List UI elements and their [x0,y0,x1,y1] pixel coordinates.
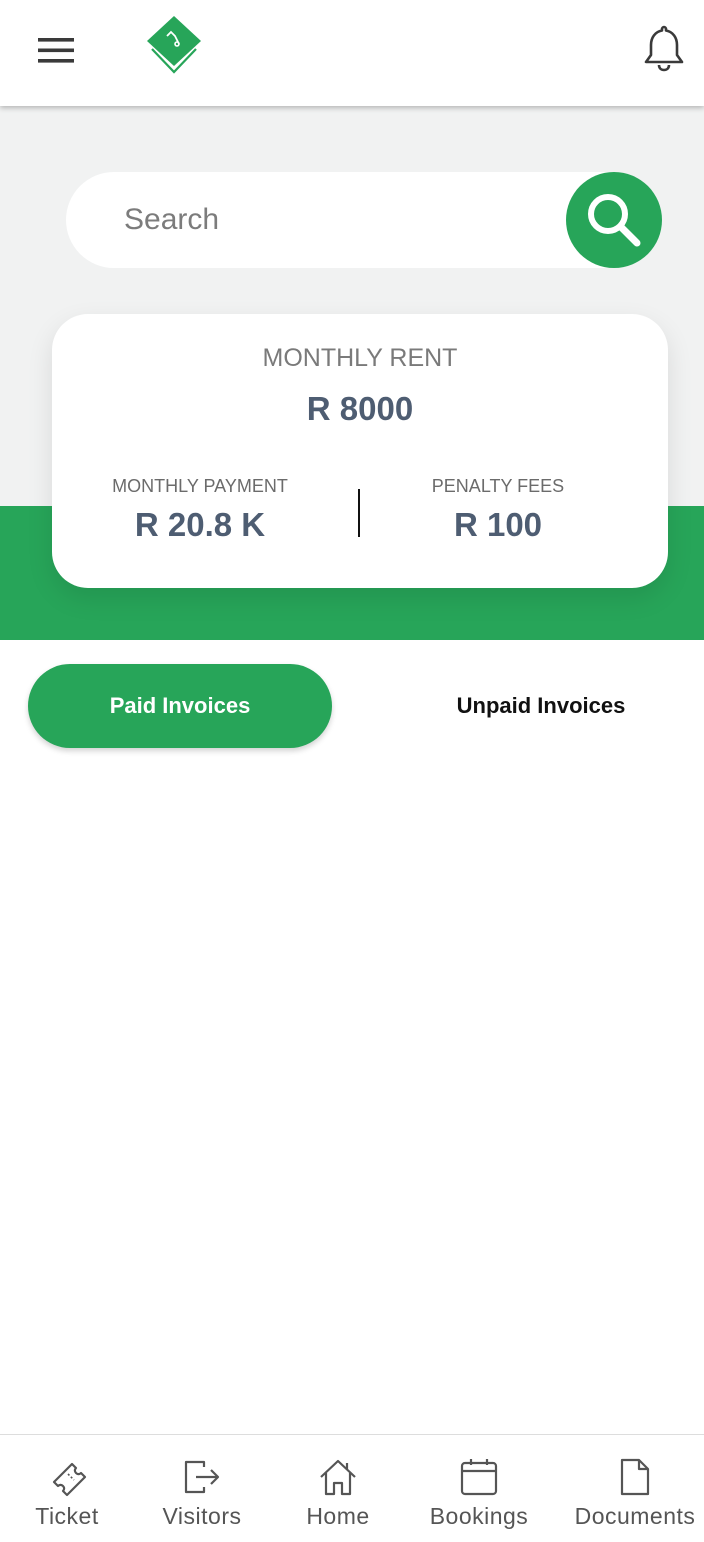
calendar-icon [460,1459,498,1496]
exit-arrow-icon [184,1460,220,1494]
nav-item-bookings[interactable]: Bookings [420,1435,538,1542]
hamburger-menu-icon [38,38,74,63]
penalty-fees-label: PENALTY FEES [431,476,565,496]
search-input[interactable] [124,192,544,248]
nav-label-ticket: Ticket [35,1503,99,1529]
nav-item-home[interactable]: Home [288,1435,388,1542]
search-button[interactable] [566,172,662,268]
rent-summary-card: MONTHLY RENT R 8000 MONTHLY PAYMENT R 20… [52,314,668,588]
home-icon [320,1459,356,1496]
nav-label-visitors: Visitors [162,1503,242,1529]
menu-button[interactable] [30,30,82,70]
invoice-tabs: Paid Invoices Unpaid Invoices [0,640,704,772]
monthly-payment-value: R 20.8 K [134,506,266,543]
nav-label-home: Home [306,1503,370,1529]
monthly-rent-value: R 8000 [306,390,414,427]
nav-label-bookings: Bookings [429,1503,529,1529]
tab-unpaid-invoices[interactable]: Unpaid Invoices [392,664,690,748]
bottom-navigation: Ticket Visitors Home Bookings Documents [0,1434,704,1542]
nav-item-visitors[interactable]: Visitors [148,1435,256,1542]
monthly-rent-label: MONTHLY RENT [262,344,458,372]
nav-item-ticket[interactable]: Ticket [14,1435,120,1542]
document-icon [620,1458,650,1496]
nav-label-documents: Documents [574,1503,696,1529]
notifications-button[interactable] [638,22,690,74]
monthly-payment-label: MONTHLY PAYMENT [112,476,288,496]
search-bar [66,172,662,268]
app-logo [143,14,205,76]
penalty-fees-value: R 100 [453,506,543,543]
tab-paid-invoices[interactable]: Paid Invoices [28,664,332,748]
search-icon [588,194,641,247]
ticket-icon [52,1462,87,1497]
nav-item-documents[interactable]: Documents [570,1435,700,1542]
bell-icon [644,25,684,72]
app-header [0,0,704,106]
green-diamond-logo-icon [147,16,201,74]
